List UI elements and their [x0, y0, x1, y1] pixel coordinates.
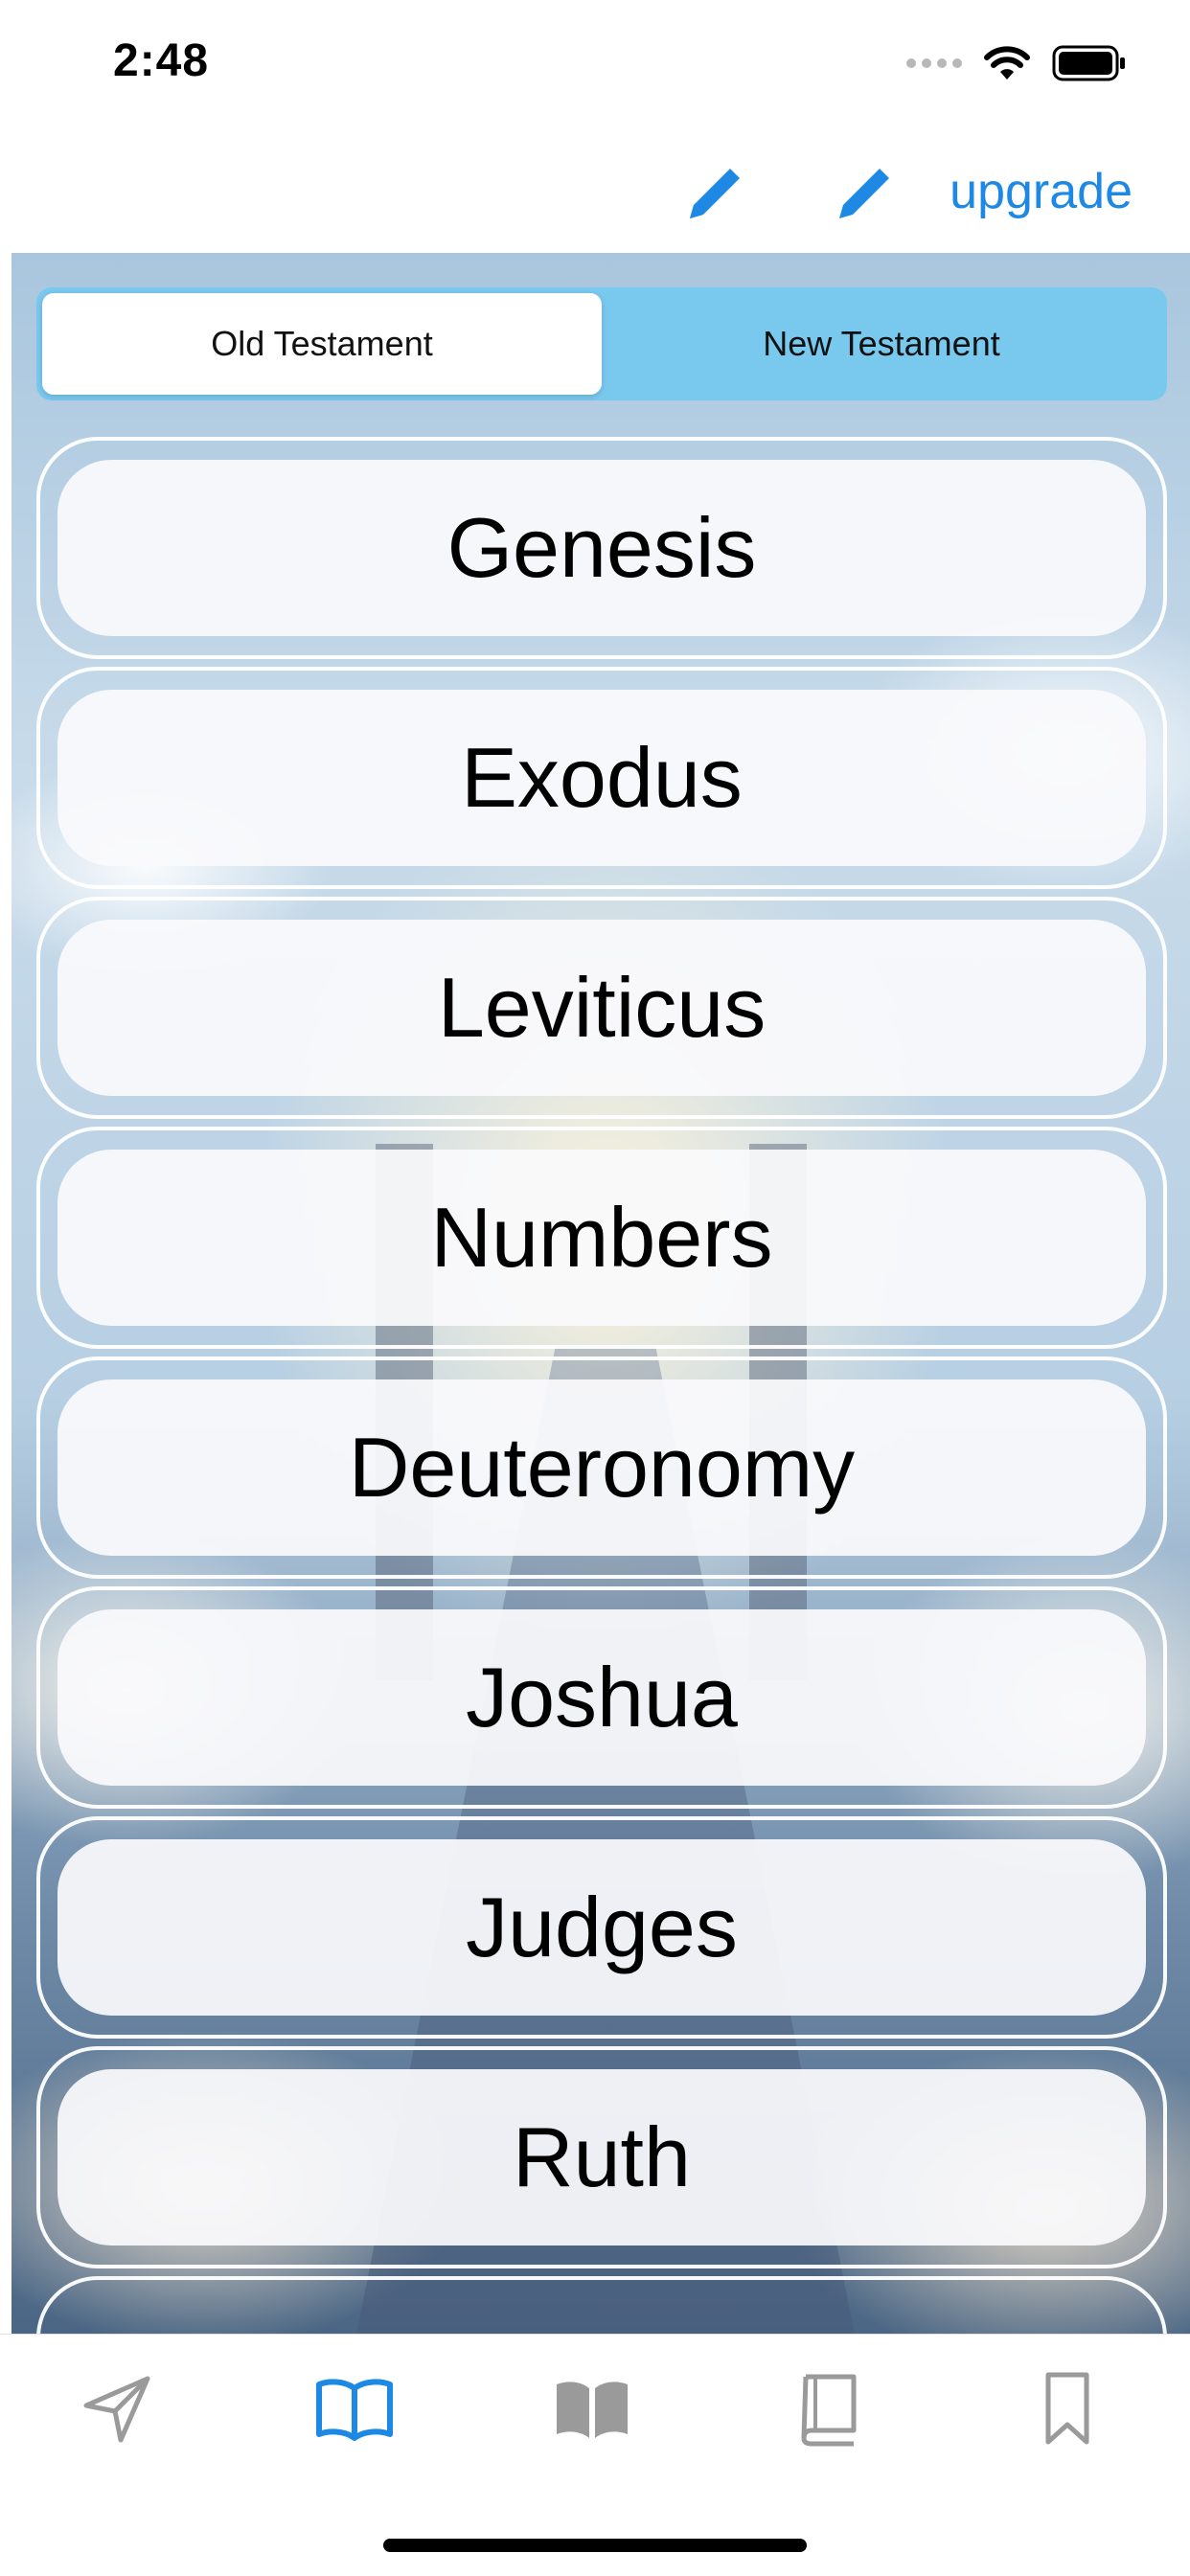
list-item[interactable]: Leviticus: [36, 897, 1167, 1119]
status-bar: 2:48: [0, 0, 1190, 134]
open-book-icon: [316, 2379, 393, 2441]
list-item-partial[interactable]: [36, 2276, 1167, 2334]
open-book-filled-icon: [557, 2382, 628, 2438]
cellular-signal-icon: [906, 58, 962, 68]
list-item[interactable]: Judges: [36, 1816, 1167, 2039]
book-button-judges[interactable]: Judges: [57, 1839, 1146, 2016]
wifi-icon: [984, 46, 1030, 80]
segment-old-testament[interactable]: Old Testament: [42, 293, 602, 395]
book-button-joshua[interactable]: Joshua: [57, 1609, 1146, 1786]
list-item[interactable]: Genesis: [36, 437, 1167, 659]
list-item[interactable]: Exodus: [36, 667, 1167, 889]
tab-open-book[interactable]: [307, 2361, 402, 2457]
home-indicator: [383, 2539, 807, 2552]
book-button-exodus[interactable]: Exodus: [57, 690, 1146, 866]
edit-pencil-icon[interactable]: [680, 161, 747, 228]
navigation-bar: upgrade: [0, 134, 1190, 253]
edit-pencil-icon-2[interactable]: [830, 161, 897, 228]
book-button-numbers[interactable]: Numbers: [57, 1150, 1146, 1326]
list-item[interactable]: Ruth: [36, 2046, 1167, 2268]
closed-book-icon: [801, 2374, 857, 2447]
book-button-deuteronomy[interactable]: Deuteronomy: [57, 1379, 1146, 1556]
battery-icon: [1052, 45, 1125, 81]
book-button-leviticus[interactable]: Leviticus: [57, 920, 1146, 1096]
list-item[interactable]: Numbers: [36, 1127, 1167, 1349]
status-indicators: [906, 44, 1127, 82]
tab-bookmark[interactable]: [1019, 2361, 1115, 2457]
tab-paper-plane[interactable]: [69, 2361, 165, 2457]
testament-segmented-control[interactable]: Old Testament New Testament: [36, 287, 1167, 400]
upgrade-button[interactable]: upgrade: [950, 163, 1133, 220]
list-item[interactable]: Joshua: [36, 1586, 1167, 1809]
book-button-genesis[interactable]: Genesis: [57, 460, 1146, 636]
paper-plane-icon: [83, 2376, 150, 2443]
book-button-ruth[interactable]: Ruth: [57, 2069, 1146, 2245]
status-time: 2:48: [113, 35, 210, 86]
list-item[interactable]: Deuteronomy: [36, 1356, 1167, 1579]
segment-new-testament[interactable]: New Testament: [602, 293, 1161, 395]
tab-open-book-filled[interactable]: [544, 2361, 640, 2457]
book-list-view: Old Testament New Testament Genesis Exod…: [11, 253, 1190, 2334]
tab-closed-book[interactable]: [782, 2361, 878, 2457]
bookmark-icon: [1045, 2372, 1089, 2445]
